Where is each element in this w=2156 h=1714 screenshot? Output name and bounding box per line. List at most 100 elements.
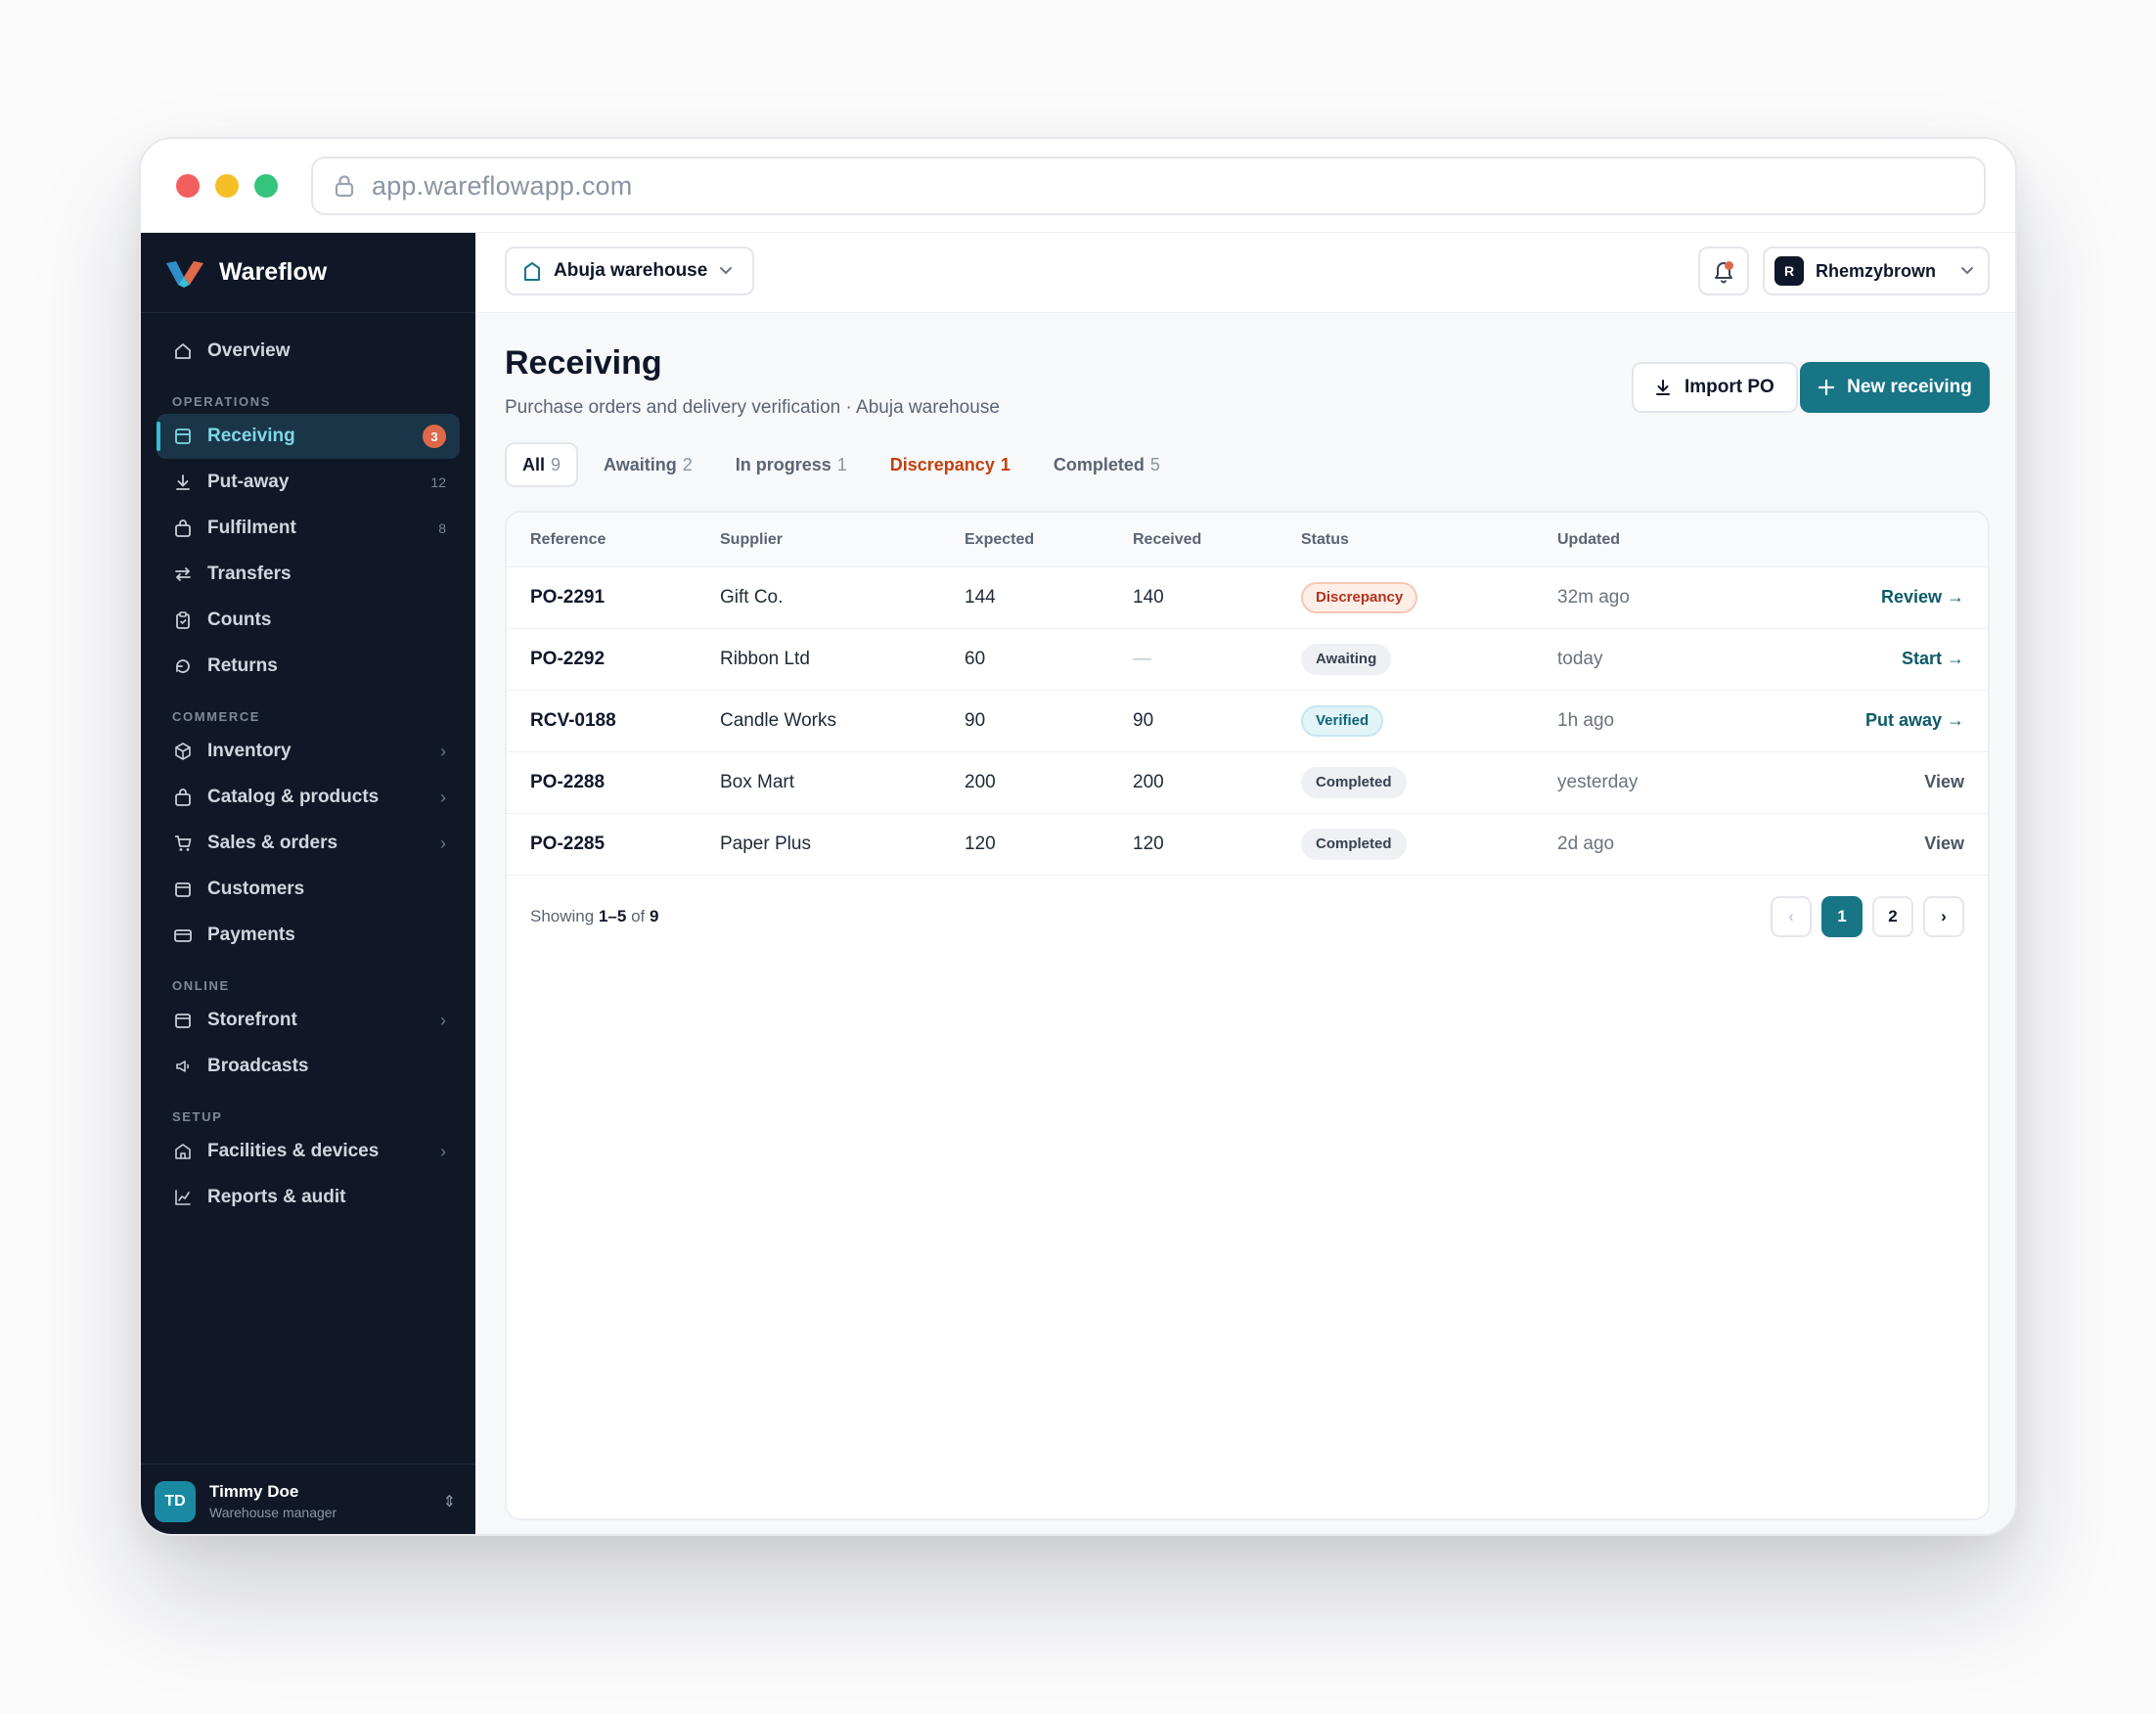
showing-range: 1–5	[598, 907, 627, 925]
prev-page-button[interactable]: ‹	[1771, 896, 1812, 937]
chevron-right-icon: ›	[440, 741, 446, 761]
table-row[interactable]: PO-2292 Ribbon Ltd 60 — Awaiting today S…	[507, 629, 1988, 691]
column-header-status[interactable]: Status	[1301, 531, 1557, 549]
page-1-button[interactable]: 1	[1821, 896, 1863, 937]
cell-supplier: Paper Plus	[720, 834, 811, 854]
sidebar-item-overview[interactable]: Overview	[157, 329, 460, 374]
chevron-up-down-icon[interactable]: ⇕	[443, 1492, 456, 1511]
sidebar-item-transfers[interactable]: Transfers	[157, 552, 460, 597]
chevron-right-icon: ›	[440, 787, 446, 807]
table-header: Reference Supplier Expected Received Sta…	[507, 513, 1988, 567]
chevron-down-icon	[1961, 267, 1973, 275]
sidebar-item-counts[interactable]: Counts	[157, 598, 460, 643]
lock-icon	[335, 175, 354, 198]
table-row[interactable]: RCV-0188 Candle Works 90 90 Verified 1h …	[507, 691, 1988, 752]
page-2-button[interactable]: 2	[1872, 896, 1913, 937]
browser-chrome: app.wareflowapp.com	[141, 139, 2015, 233]
import-po-button[interactable]: Import PO	[1632, 362, 1798, 413]
cell-expected: 90	[965, 710, 986, 731]
building-icon	[172, 1141, 194, 1162]
sidebar-item-broadcasts[interactable]: Broadcasts	[157, 1044, 460, 1089]
sidebar-item-reports-audit[interactable]: Reports & audit	[157, 1175, 460, 1220]
inbox-icon	[172, 426, 194, 447]
tab-count: 9	[551, 454, 561, 474]
sidebar-item-label: Counts	[207, 609, 272, 630]
warehouse-selector[interactable]: Abuja warehouse	[505, 247, 755, 295]
new-receiving-button[interactable]: New receiving	[1800, 362, 1990, 413]
user-meta: Timmy Doe Warehouse manager	[209, 1482, 443, 1520]
view-link[interactable]: View	[1924, 834, 1964, 853]
cell-status: Verified	[1301, 705, 1557, 737]
tab-label: Awaiting	[604, 454, 677, 474]
cell-supplier: Ribbon Ltd	[720, 649, 810, 669]
sidebar-item-label: Transfers	[207, 564, 292, 584]
download-icon	[1656, 380, 1670, 395]
review-link[interactable]: Review →	[1881, 587, 1964, 607]
user-name: Timmy Doe	[209, 1482, 299, 1501]
sidebar-item-storefront[interactable]: Storefront ›	[157, 998, 460, 1043]
browser-window: app.wareflowapp.com Wareflow Overview OP…	[139, 137, 2017, 1536]
close-window-dot[interactable]	[176, 174, 200, 198]
tab-completed[interactable]: Completed 5	[1036, 442, 1178, 487]
tab-label: All	[522, 454, 546, 474]
tab-discrepancy[interactable]: Discrepancy 1	[873, 442, 1028, 487]
put-away-link[interactable]: Put away →	[1865, 710, 1964, 730]
column-header-received[interactable]: Received	[1133, 531, 1301, 549]
notifications-button[interactable]	[1698, 247, 1749, 295]
brand[interactable]: Wareflow	[141, 233, 475, 313]
sidebar-item-customers[interactable]: Customers	[157, 867, 460, 912]
user-menu-name: Rhemzybrown	[1816, 260, 1937, 281]
cell-expected: 200	[965, 772, 996, 792]
cell-reference: PO-2288	[530, 772, 606, 792]
sidebar-item-receiving[interactable]: Receiving 3	[157, 414, 460, 459]
sidebar-item-label: Overview	[207, 340, 291, 361]
cell-updated: today	[1557, 649, 1603, 669]
cell-action: Review →	[1812, 587, 1988, 609]
cell-action: Start →	[1812, 649, 1988, 670]
cell-received: —	[1133, 649, 1151, 669]
store-icon	[172, 1010, 194, 1031]
main-content: Abuja warehouse R Rhemzybrown Receiving …	[475, 233, 2015, 1534]
address-bar[interactable]: app.wareflowapp.com	[311, 157, 1986, 215]
swap-icon	[172, 564, 194, 585]
maximize-window-dot[interactable]	[254, 174, 278, 198]
cell-expected: 144	[965, 587, 996, 608]
minimize-window-dot[interactable]	[215, 174, 239, 198]
sidebar-item-inventory[interactable]: Inventory ›	[157, 729, 460, 774]
sidebar-item-put-away[interactable]: Put-away 12	[157, 460, 460, 505]
view-link[interactable]: View	[1924, 772, 1964, 791]
sidebar-item-catalog-products[interactable]: Catalog & products ›	[157, 775, 460, 820]
cell-reference: PO-2285	[530, 834, 606, 854]
sidebar-item-label: Payments	[207, 925, 295, 945]
start-link[interactable]: Start →	[1902, 649, 1964, 668]
brand-name: Wareflow	[219, 258, 328, 286]
megaphone-icon	[172, 1056, 194, 1077]
sidebar-item-fulfilment[interactable]: Fulfilment 8	[157, 506, 460, 551]
column-header-supplier[interactable]: Supplier	[720, 531, 965, 549]
sidebar-item-facilities-devices[interactable]: Facilities & devices ›	[157, 1129, 460, 1174]
tab-count: 2	[682, 454, 693, 474]
sidebar-user-card[interactable]: TD Timmy Doe Warehouse manager ⇕	[141, 1464, 475, 1534]
tab-count: 5	[1149, 454, 1160, 474]
cell-status: Discrepancy	[1301, 582, 1557, 613]
cell-updated: 2d ago	[1557, 834, 1615, 854]
table-row[interactable]: PO-2285 Paper Plus 120 120 Completed 2d …	[507, 814, 1988, 876]
tab-in-progress[interactable]: In progress 1	[718, 442, 865, 487]
warehouse-name: Abuja warehouse	[554, 260, 708, 281]
column-header-expected[interactable]: Expected	[965, 531, 1133, 549]
next-page-button[interactable]: ›	[1923, 896, 1964, 937]
sidebar-item-label: Reports & audit	[207, 1187, 346, 1207]
sidebar-item-sales-orders[interactable]: Sales & orders ›	[157, 821, 460, 866]
user-menu[interactable]: R Rhemzybrown	[1763, 247, 1990, 295]
column-header-updated[interactable]: Updated	[1557, 531, 1812, 549]
sidebar-item-payments[interactable]: Payments	[157, 913, 460, 958]
showing-total: 9	[649, 907, 659, 925]
table-row[interactable]: PO-2288 Box Mart 200 200 Completed yeste…	[507, 752, 1988, 814]
tab-awaiting[interactable]: Awaiting 2	[586, 442, 710, 487]
sidebar-item-label: Catalog & products	[207, 787, 380, 807]
table-row[interactable]: PO-2291 Gift Co. 144 140 Discrepancy 32m…	[507, 567, 1988, 629]
column-header-reference[interactable]: Reference	[507, 531, 720, 549]
sidebar-item-returns[interactable]: Returns	[157, 644, 460, 689]
tab-all[interactable]: All 9	[505, 442, 579, 487]
box-icon	[172, 741, 194, 762]
